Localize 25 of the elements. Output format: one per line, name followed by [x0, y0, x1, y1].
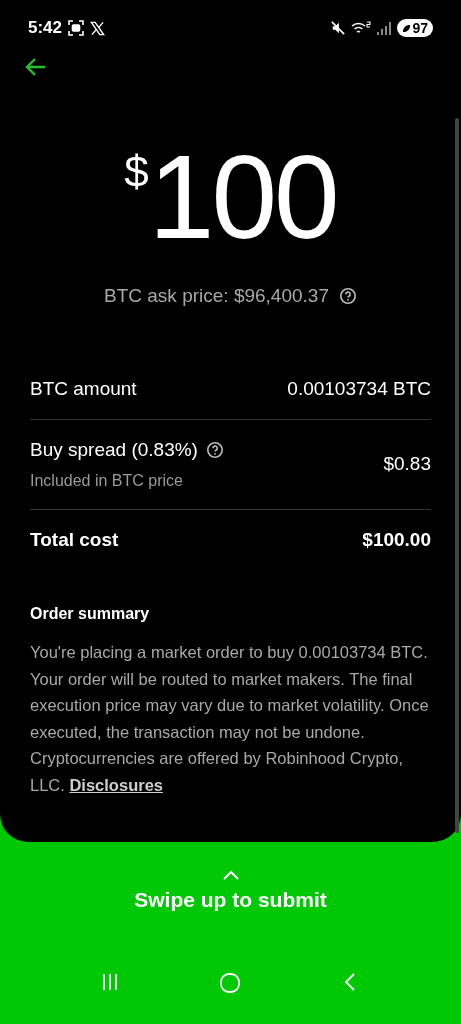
- battery-level: 97: [412, 21, 428, 35]
- leaf-icon: [402, 23, 412, 33]
- row-label: BTC amount: [30, 376, 137, 401]
- row-label: Buy spread (0.83%): [30, 438, 198, 462]
- row-sublabel: Included in BTC price: [30, 470, 184, 491]
- signal-icon: [377, 21, 392, 35]
- chevron-up-icon: [221, 870, 240, 880]
- back-arrow-icon: [24, 57, 46, 77]
- x-logo-icon: [90, 20, 106, 36]
- row-value: 0.00103734 BTC: [287, 376, 431, 401]
- help-icon[interactable]: [205, 441, 224, 460]
- order-summary-text: You're placing a market order to buy 0.00103734 BTC. Your order will be routed to market makers. The final execution price may vary due to market volatility. Once executed, the transaction may not be undone. Cryptocurrencies are offered by Robinhood Crypto, LLC. Disclosures: [30, 642, 430, 796]
- amount-value: 100: [148, 142, 337, 252]
- status-time: 5:42: [28, 17, 63, 40]
- section-title: Order summary: [30, 604, 151, 624]
- ask-price: BTC ask price: $96,400.37: [104, 284, 329, 308]
- disclosures-link[interactable]: Disclosures: [69, 775, 163, 794]
- row-value: $100.00: [362, 527, 431, 552]
- screenshot-icon: [68, 20, 85, 36]
- row-value: $0.83: [383, 452, 431, 476]
- wifi-icon: [351, 21, 372, 35]
- help-icon[interactable]: [339, 287, 357, 306]
- mute-icon: [331, 21, 346, 35]
- currency-symbol: $: [124, 150, 149, 194]
- row-label: Total cost: [30, 527, 119, 552]
